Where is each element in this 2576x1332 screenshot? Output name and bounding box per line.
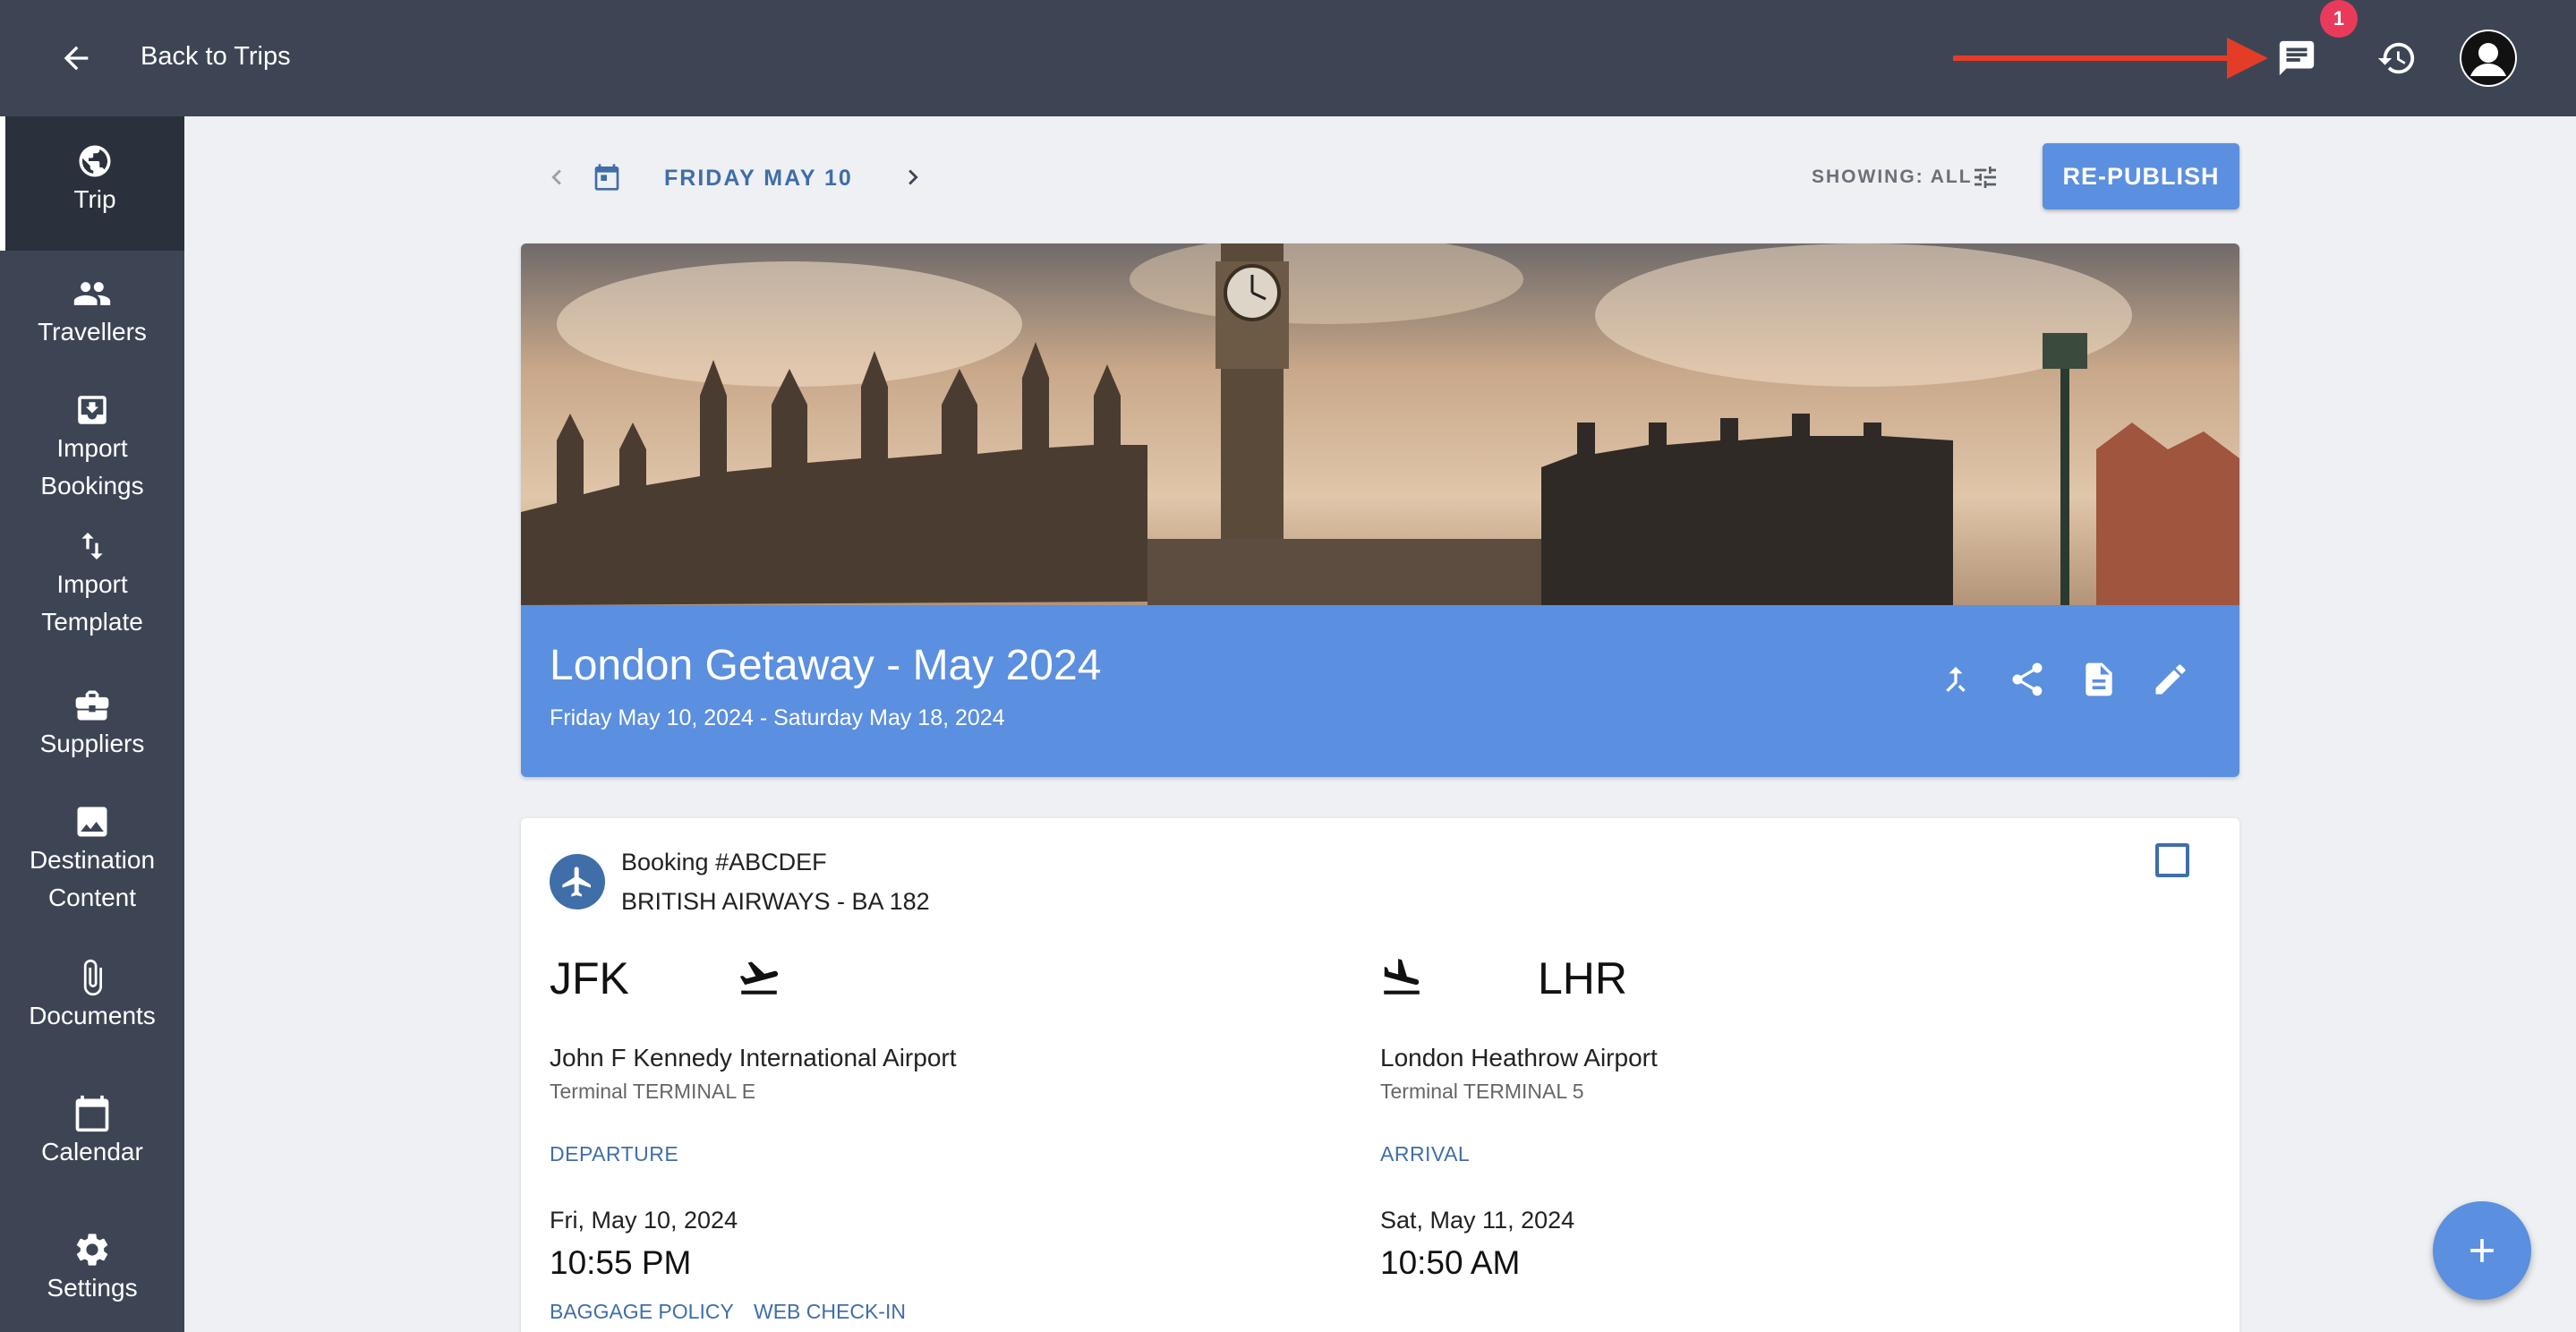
flight-takeoff-icon (736, 954, 782, 1001)
swap-vertical-icon (73, 526, 112, 566)
current-date-label[interactable]: FRIDAY MAY 10 (664, 166, 853, 192)
sidebar-item-label: Import Template (41, 570, 143, 636)
airline-flight: BRITISH AIRWAYS - BA 182 (621, 888, 930, 915)
sidebar-item-label: Calendar (41, 1138, 143, 1166)
sidebar-item-label: Suppliers (39, 730, 145, 757)
people-icon (73, 274, 112, 313)
sidebar-item-trip[interactable]: Trip (0, 116, 184, 251)
messages-badge: 1 (2320, 0, 2358, 38)
trip-hero-card: London Getaway - May 2024 Friday May 10,… (521, 243, 2239, 777)
sidebar-item-documents[interactable]: Documents (0, 958, 184, 1035)
baggage-policy-link[interactable]: BAGGAGE POLICY (550, 1300, 734, 1324)
calendar-icon (73, 1094, 112, 1133)
departure-date: Fri, May 10, 2024 (550, 1207, 738, 1234)
arrival-time: 10:50 AM (1380, 1244, 1521, 1281)
departure-time: 10:55 PM (550, 1244, 692, 1281)
calendar-icon[interactable] (591, 161, 623, 193)
plus-icon (2470, 1239, 2494, 1262)
sidebar-item-import-bookings[interactable]: Import Bookings (0, 390, 184, 505)
image-icon (73, 802, 112, 841)
document-icon[interactable] (2077, 657, 2121, 702)
sidebar-item-suppliers[interactable]: Suppliers (0, 686, 184, 763)
merge-icon[interactable] (1933, 657, 1978, 702)
sidebar-item-label: Trip (73, 185, 116, 213)
sidebar-item-label: Destination Content (29, 846, 156, 911)
departure-label: DEPARTURE (550, 1142, 679, 1166)
sidebar-item-travellers[interactable]: Travellers (0, 274, 184, 351)
chat-icon[interactable] (2272, 33, 2322, 83)
top-bar: Back to Trips 1 (0, 0, 2576, 116)
paperclip-icon (73, 958, 112, 997)
add-fab-button[interactable] (2433, 1201, 2531, 1300)
arrival-label: ARRIVAL (1380, 1142, 1471, 1166)
departure-airport: John F Kennedy International Airport (550, 1044, 957, 1072)
arrival-terminal: Terminal TERMINAL 5 (1380, 1080, 1584, 1103)
user-avatar[interactable] (2460, 30, 2517, 87)
booking-number: Booking #ABCDEF (621, 849, 827, 875)
flight-land-icon (1378, 954, 1425, 1001)
arrow-left-icon[interactable] (54, 36, 98, 81)
sidebar-item-settings[interactable]: Settings (0, 1230, 184, 1307)
share-icon[interactable] (2005, 657, 2050, 702)
globe-icon (75, 141, 115, 181)
gear-icon (73, 1230, 112, 1269)
airplane-icon (550, 854, 605, 909)
sidebar-item-destination-content[interactable]: Destination Content (0, 802, 184, 917)
briefcase-icon (73, 686, 112, 725)
trip-title-band: London Getaway - May 2024 Friday May 10,… (521, 605, 2239, 777)
departure-code: JFK (550, 953, 629, 1003)
history-icon[interactable] (2372, 33, 2422, 83)
annotation-arrow-head (2227, 38, 2268, 79)
sidebar-item-label: Travellers (38, 318, 147, 346)
chevron-left-icon[interactable] (541, 161, 573, 193)
sidebar-item-import-template[interactable]: Import Template (0, 526, 184, 641)
web-check-in-link[interactable]: WEB CHECK-IN (754, 1300, 906, 1324)
arrival-date: Sat, May 11, 2024 (1380, 1207, 1575, 1234)
republish-button[interactable]: RE-PUBLISH (2043, 143, 2239, 209)
booking-card: Booking #ABCDEF BRITISH AIRWAYS - BA 182… (521, 818, 2239, 1332)
edit-icon[interactable] (2148, 657, 2193, 702)
sidebar-item-label: Settings (47, 1274, 138, 1302)
annotation-arrow-line (1953, 56, 2231, 61)
sidebar-item-label: Documents (29, 1002, 156, 1029)
sidebar: Trip Travellers Import Bookings Import T… (0, 116, 184, 1332)
hero-image-london (521, 243, 2239, 605)
chevron-right-icon[interactable] (897, 161, 929, 193)
import-icon (73, 390, 112, 430)
trip-title: London Getaway - May 2024 (550, 642, 1102, 689)
tune-icon[interactable] (1969, 161, 2001, 193)
trip-dates: Friday May 10, 2024 - Saturday May 18, 2… (550, 705, 1005, 730)
booking-select-checkbox[interactable] (2155, 843, 2189, 877)
arrival-code: LHR (1538, 953, 1628, 1003)
back-to-trips-link[interactable]: Back to Trips (141, 42, 291, 72)
showing-filter-label[interactable]: SHOWING: ALL (1812, 166, 1973, 188)
sidebar-item-calendar[interactable]: Calendar (0, 1094, 184, 1171)
departure-terminal: Terminal TERMINAL E (550, 1080, 756, 1103)
sidebar-item-label: Import Bookings (40, 434, 144, 500)
arrival-airport: London Heathrow Airport (1380, 1044, 1658, 1072)
